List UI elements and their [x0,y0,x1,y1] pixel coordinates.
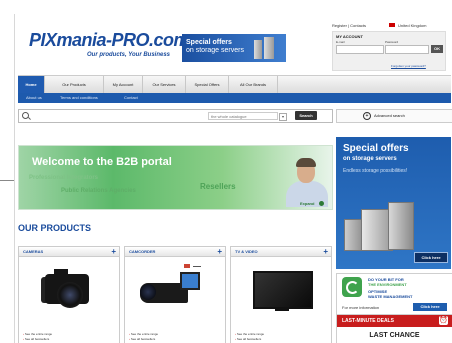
language-selector[interactable]: United Kingdom [398,23,426,28]
see-bestsellers-link[interactable]: › See all bestsellers [129,337,158,342]
account-heading: MY ACCOUNT [336,34,363,39]
nav-all-brands[interactable]: All Our Brands [229,76,278,93]
main-nav: Home Our Products My Account Our Service… [18,75,451,94]
forgot-password-link[interactable]: Forgotten your password? [391,64,426,68]
last-chance-label: LAST CHANCE [369,332,420,339]
site-logo[interactable]: PIXmania-PRO.com Our products, Your Busi… [25,20,190,64]
camera-lens [57,282,83,308]
tv-image [253,271,313,309]
server-image [264,37,274,59]
page: PIXmania-PRO.com Our products, Your Busi… [14,14,452,343]
left-margin-line [0,180,14,181]
product-card-header: CAMERAS + [19,247,119,257]
nav-our-products[interactable]: Our Products [45,76,104,93]
product-card-camcorder[interactable]: CAMCORDER + › See the entire range › See… [124,246,226,343]
env-subheading: OPTIMISE WASTE MANAGEMENT [368,289,413,299]
recycle-icon [342,277,362,297]
product-card-cameras[interactable]: CAMERAS + › See the entire range › See a… [18,246,120,343]
product-card-tv-video[interactable]: TV & VIDEO + › See the entire range › Se… [230,246,332,343]
account-login-box: MY ACCOUNT E-mail Password OK Forgotten … [332,31,446,71]
plus-icon[interactable]: + [217,247,222,256]
tv-stand [275,307,289,311]
header-banner-subtitle: on storage servers [186,47,244,54]
product-card-header: TV & VIDEO + [231,247,331,257]
product-category-name: CAMCORDER [129,249,156,254]
server-image [254,40,262,59]
password-field[interactable] [385,45,429,54]
search-button[interactable]: Search [295,111,317,120]
advanced-search-button[interactable]: + Advanced search [336,109,452,123]
subnav-terms[interactable]: Terms and conditions [60,93,98,103]
plus-icon[interactable]: + [323,247,328,256]
nav-my-account[interactable]: My Account [104,76,143,93]
product-links: › See the entire range › See all bestsel… [23,332,52,342]
catalogue-scope-select[interactable]: the whole catalogue [208,112,278,120]
offer-click-here-button[interactable]: Click here [414,252,448,263]
env-heading: DO YOUR BIT FOR THE ENVIRONMENT [368,277,407,287]
businessman-photo [281,151,331,207]
storage-offer-banner[interactable]: Special offers on storage servers Endles… [336,137,451,269]
nav-special-offers[interactable]: Special Offers [186,76,229,93]
login-ok-button[interactable]: OK [431,45,443,53]
expand-link[interactable]: Expand [300,201,314,206]
camcorder-accessory-line [193,266,201,267]
uk-flag-icon [389,23,395,27]
camcorder-accessory [184,264,190,268]
product-category-name: CAMERAS [23,249,44,254]
product-links: › See the entire range › See all bestsel… [129,332,158,342]
expand-icon[interactable] [319,201,324,206]
product-links: › See the entire range › See all bestsel… [235,332,264,342]
env-click-here-button[interactable]: Click here [413,303,447,311]
hero-word-integrators: Professional Integrators [29,175,99,181]
product-card-header: CAMCORDER + [125,247,225,257]
top-links[interactable]: Register | Contacts [332,23,366,28]
nav-home[interactable]: Home [18,76,45,93]
header-banner-title: Special offers [186,39,232,46]
chevron-down-icon[interactable]: ▾ [279,113,287,121]
last-minute-deals[interactable]: LAST-MINUTE DEALS ⏰ LAST CHANCE [336,314,452,343]
password-label: Password [385,40,399,44]
search-bar: the whole catalogue ▾ Search [18,109,333,123]
logo-title: PIXmania-PRO.com [29,30,190,50]
welcome-banner[interactable]: Welcome to the B2B portal Professional I… [18,145,333,210]
offer-title: Special offers [343,143,409,154]
deals-header: LAST-MINUTE DEALS ⏰ [337,315,452,327]
advanced-search-label: Advanced search [374,113,405,118]
search-icon [22,112,29,119]
deals-title: LAST-MINUTE DEALS [342,318,394,324]
plus-circle-icon: + [363,112,371,120]
subnav-about[interactable]: About us [26,93,42,103]
welcome-title: Welcome to the B2B portal [32,156,172,168]
nav-our-services[interactable]: Our Services [143,76,186,93]
offer-tagline: Endless storage possibilities! [343,168,408,174]
header-offer-banner[interactable]: Special offers on storage servers [182,34,286,62]
hero-word-pr-agencies: Public Relations Agencies [61,188,136,194]
email-field[interactable] [336,45,384,54]
see-bestsellers-link[interactable]: › See all bestsellers [23,337,52,342]
hero-word-resellers: Resellers [200,182,236,191]
plus-icon[interactable]: + [111,247,116,256]
camcorder-screen [180,272,200,290]
sub-nav: About us Terms and conditions Contact [18,93,451,103]
products-heading: OUR PRODUCTS [18,223,92,233]
product-category-name: TV & VIDEO [235,249,258,254]
env-info-label: For more information [342,305,380,310]
tag-icon: ⏰ [439,316,448,325]
see-bestsellers-link[interactable]: › See all bestsellers [235,337,264,342]
email-label: E-mail [336,40,345,44]
subnav-contact[interactable]: Contact [124,93,138,103]
environment-promo[interactable]: DO YOUR BIT FOR THE ENVIRONMENT OPTIMISE W… [336,273,452,315]
server-image [388,202,414,250]
offer-subtitle: on storage servers [343,156,397,162]
logo-tagline: Our products, Your Business [87,52,171,58]
camcorder-lens [140,284,156,300]
